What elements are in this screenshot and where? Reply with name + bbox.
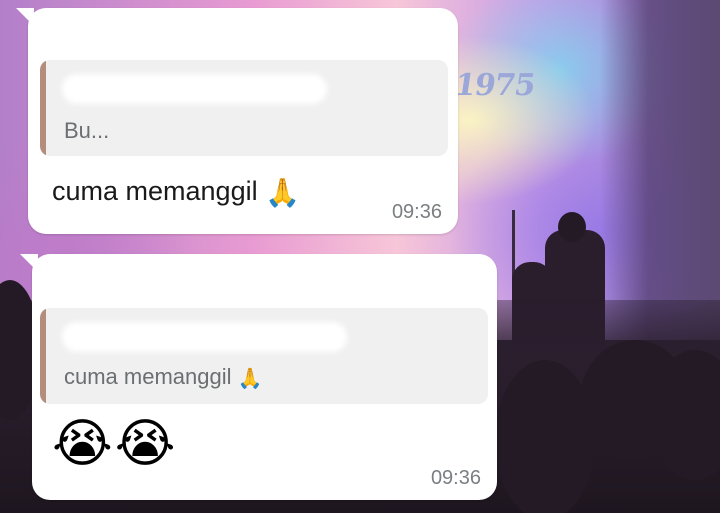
message-text: cuma memanggil 🙏 [52,176,300,207]
message-bubble[interactable]: Bu... cuma memanggil 🙏 09:36 [16,8,458,234]
stage-side-shadow [600,0,720,340]
message-timestamp: 09:36 [391,201,442,223]
message-text-content: cuma memanggil [52,176,258,206]
quoted-message[interactable]: Bu... [40,60,448,156]
performer-head [558,212,586,242]
message-bubble[interactable]: cuma memanggil 🙏 😭😭 09:36 [20,254,497,500]
folded-hands-icon: 🙏 [237,368,263,390]
quoted-message-text-content: cuma memanggil [64,364,232,389]
quoted-sender-redacted [62,74,327,104]
quoted-sender-redacted [62,322,347,352]
quoted-message-text: Bu... [64,118,110,143]
bubble-tail [20,254,38,272]
message-timestamp: 09:36 [430,467,481,489]
crying-face-icons: 😭😭 [52,415,178,473]
crowd-head [495,360,595,513]
folded-hands-icon: 🙏 [265,177,300,208]
quote-accent-bar [40,308,46,404]
quoted-message-text: cuma memanggil 🙏 [64,364,263,391]
screen-year-text: 1975 [452,68,537,103]
quote-accent-bar [40,60,46,156]
bubble-tail [16,8,34,26]
quoted-message[interactable]: cuma memanggil 🙏 [40,308,488,404]
